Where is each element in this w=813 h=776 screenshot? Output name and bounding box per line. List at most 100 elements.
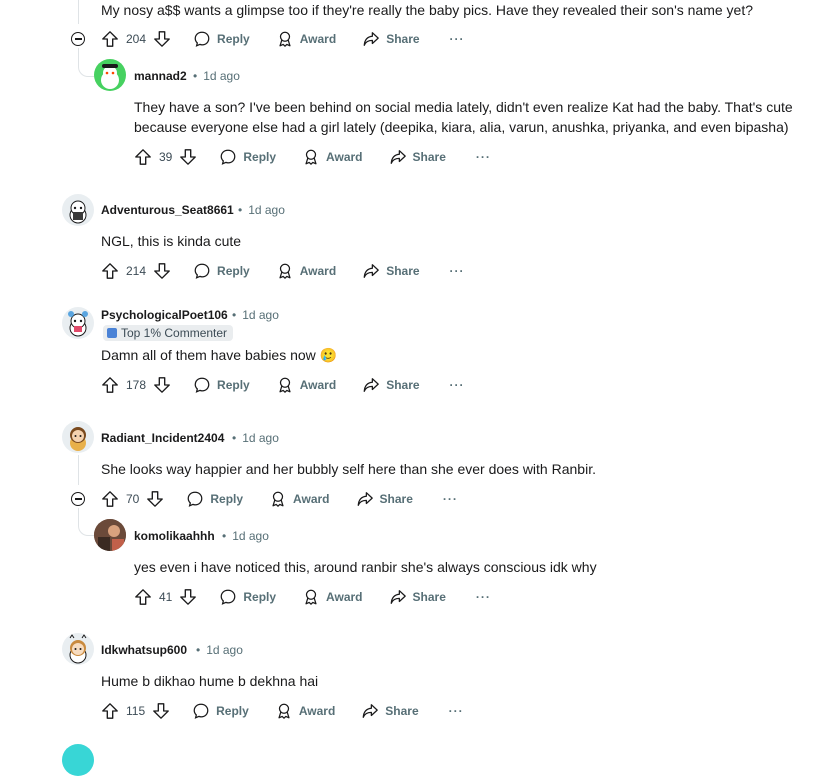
collapse-thread-button[interactable] <box>71 492 85 506</box>
share-icon <box>363 378 380 392</box>
downvote-icon[interactable] <box>152 702 170 720</box>
share-icon <box>390 150 406 164</box>
share-icon <box>357 492 373 506</box>
downvote-icon[interactable] <box>153 30 171 48</box>
award-icon <box>305 149 317 165</box>
collapse-thread-button[interactable] <box>71 32 85 46</box>
comment-author[interactable]: Radiant_Incident2404 <box>101 431 224 445</box>
comment-author[interactable]: mannad2 <box>134 69 187 83</box>
share-icon <box>363 32 380 46</box>
share-button[interactable]: Share <box>361 702 419 720</box>
comment-body: They have a son? I've been behind on soc… <box>134 99 793 135</box>
reply-icon <box>194 377 210 393</box>
upvote-icon[interactable] <box>134 148 152 166</box>
vote-count: 115 <box>126 704 146 718</box>
reply-icon <box>220 149 236 165</box>
award-button[interactable]: Award <box>276 262 336 280</box>
downvote-icon[interactable] <box>179 148 197 166</box>
reply-button[interactable]: Reply <box>193 262 250 280</box>
comment-actions: 178 Reply Award Share ··· <box>101 373 465 397</box>
avatar[interactable] <box>62 307 94 339</box>
avatar[interactable] <box>62 194 94 226</box>
avatar[interactable] <box>94 59 126 91</box>
comment-actions: 41 Reply Award Share ··· <box>134 585 491 609</box>
award-button[interactable]: Award <box>269 490 330 508</box>
share-button[interactable]: Share <box>362 30 420 48</box>
more-options-button[interactable]: ··· <box>476 150 491 164</box>
reply-icon <box>193 703 209 719</box>
share-button[interactable]: Share <box>362 376 420 394</box>
downvote-icon[interactable] <box>153 376 171 394</box>
comment-author[interactable]: komolikaahhh <box>134 529 215 543</box>
vote-count: 214 <box>126 264 147 278</box>
comment-body: She looks way happier and her bubbly sel… <box>101 461 596 477</box>
comment-actions: 39 Reply Award Share ··· <box>134 145 491 169</box>
upvote-icon[interactable] <box>101 376 119 394</box>
comment-body: yes even i have noticed this, around ran… <box>134 559 597 575</box>
share-button[interactable]: Share <box>356 490 413 508</box>
comment-author[interactable]: Idkwhatsup600 <box>101 643 187 657</box>
award-icon <box>279 31 291 47</box>
reply-button[interactable]: Reply <box>186 490 243 508</box>
vote-count: 204 <box>126 32 147 46</box>
reply-icon <box>194 31 210 47</box>
award-icon <box>279 377 291 393</box>
avatar[interactable] <box>62 744 94 776</box>
comment-timestamp: • 1d ago <box>196 643 243 657</box>
reply-icon <box>187 491 203 507</box>
reply-button[interactable]: Reply <box>219 148 276 166</box>
share-icon <box>362 704 379 718</box>
comment-author[interactable]: Adventurous_Seat8661 <box>101 203 234 217</box>
avatar[interactable] <box>62 421 94 453</box>
comment-body: Hume b dikhao hume b dekhna hai <box>101 673 319 689</box>
user-flair: Top 1% Commenter <box>103 325 234 341</box>
upvote-icon[interactable] <box>101 262 119 280</box>
award-button[interactable]: Award <box>276 30 336 48</box>
more-options-button[interactable]: ··· <box>450 264 465 278</box>
award-icon <box>279 263 291 279</box>
comment-timestamp: • 1d ago <box>193 69 240 83</box>
share-icon <box>363 264 380 278</box>
reply-button[interactable]: Reply <box>219 588 276 606</box>
share-button[interactable]: Share <box>362 262 420 280</box>
upvote-icon[interactable] <box>101 30 119 48</box>
more-options-button[interactable]: ··· <box>450 378 465 392</box>
thread-elbow <box>78 60 95 77</box>
downvote-icon[interactable] <box>153 262 171 280</box>
more-options-button[interactable]: ··· <box>476 590 491 604</box>
vote-count: 178 <box>126 378 147 392</box>
upvote-icon[interactable] <box>101 490 119 508</box>
comment-actions: 70 Reply Award Share ··· <box>101 487 458 511</box>
share-button[interactable]: Share <box>389 148 446 166</box>
comment-actions: 115 Reply Award Share ··· <box>101 699 464 723</box>
comment-body: NGL, this is kinda cute <box>101 233 242 249</box>
comment-timestamp: • 1d ago <box>222 529 269 543</box>
share-button[interactable]: Share <box>389 588 446 606</box>
vote-count: 39 <box>159 150 173 164</box>
reply-icon <box>194 263 210 279</box>
more-options-button[interactable]: ··· <box>443 492 458 506</box>
reply-icon <box>220 589 236 605</box>
avatar[interactable] <box>94 519 126 551</box>
downvote-icon[interactable] <box>146 490 164 508</box>
comment-author[interactable]: PsychologicalPoet106 <box>101 308 228 322</box>
reply-button[interactable]: Reply <box>192 702 249 720</box>
vote-count: 70 <box>126 492 140 506</box>
award-button[interactable]: Award <box>302 148 363 166</box>
vote-count: 41 <box>159 590 173 604</box>
award-icon <box>278 703 290 719</box>
award-button[interactable]: Award <box>275 702 335 720</box>
upvote-icon[interactable] <box>101 702 119 720</box>
comment-timestamp: • 1d ago <box>232 308 279 322</box>
reply-button[interactable]: Reply <box>193 30 250 48</box>
avatar[interactable] <box>62 633 94 665</box>
award-button[interactable]: Award <box>276 376 336 394</box>
award-button[interactable]: Award <box>302 588 363 606</box>
comment-body: My nosy a$$ wants a glimpse too if they'… <box>101 2 754 18</box>
more-options-button[interactable]: ··· <box>450 32 465 46</box>
comment-timestamp: • 1d ago <box>232 431 279 445</box>
reply-button[interactable]: Reply <box>193 376 250 394</box>
more-options-button[interactable]: ··· <box>449 704 464 718</box>
upvote-icon[interactable] <box>134 588 152 606</box>
downvote-icon[interactable] <box>179 588 197 606</box>
